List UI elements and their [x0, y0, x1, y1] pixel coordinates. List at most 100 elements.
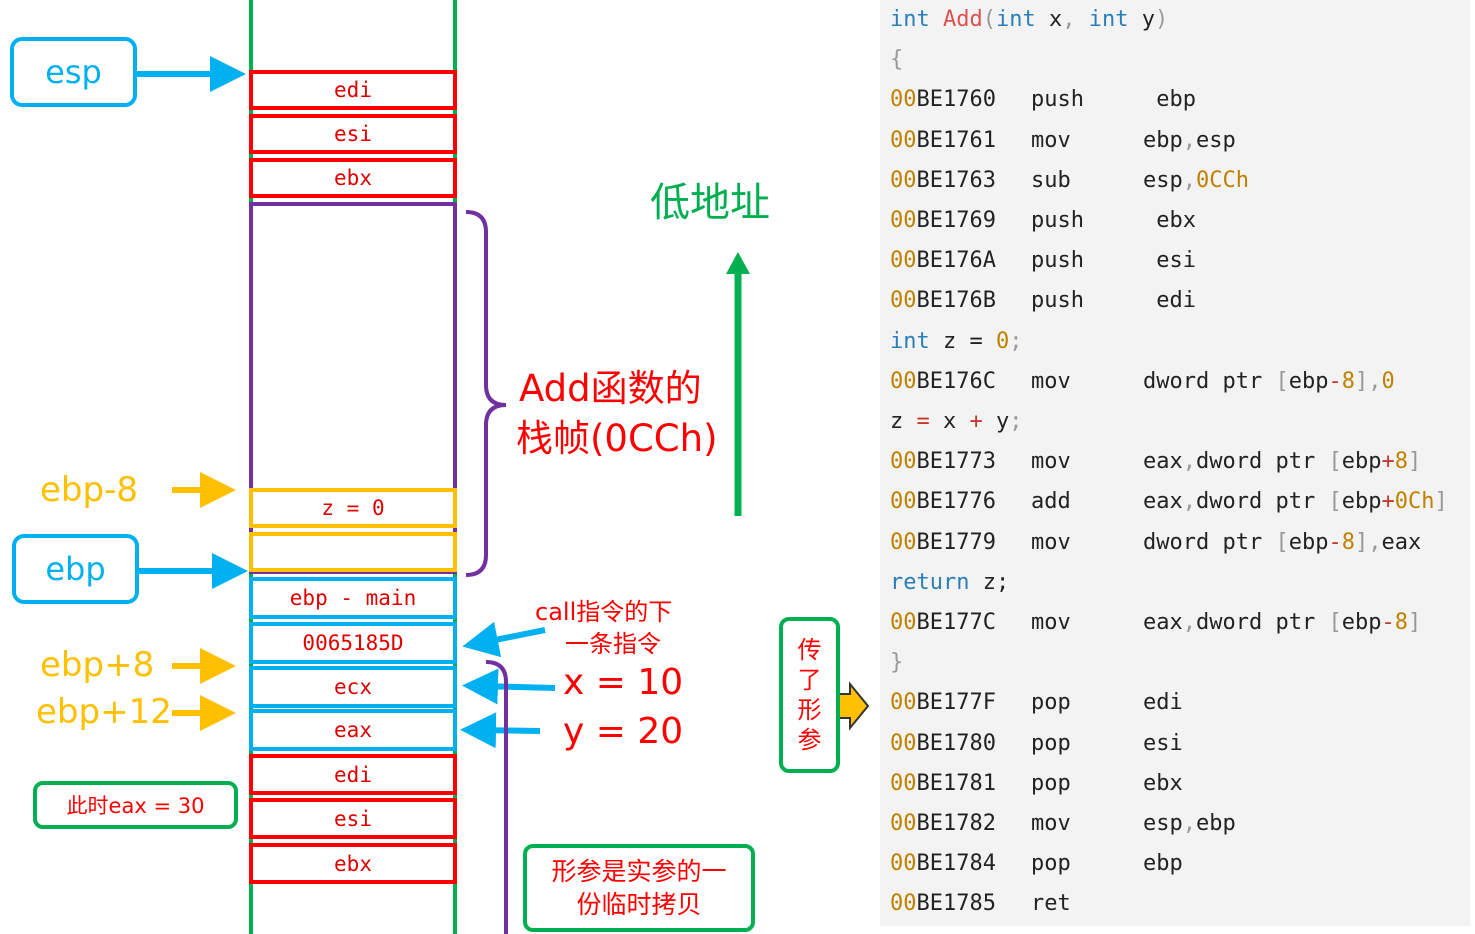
asm-mnemonic: mov [1031, 610, 1071, 635]
asm-mnemonic: mov [1031, 811, 1071, 836]
asm-address: 00BE176C [890, 362, 1031, 402]
asm-address-prefix: 00 [890, 208, 917, 233]
source-char [903, 409, 916, 434]
asm-address-prefix: 00 [890, 730, 917, 756]
x-arrow [462, 668, 556, 705]
asm-address-suffix: BE1773 [916, 449, 996, 475]
asm-operands: edi [1143, 690, 1183, 716]
source-char: x [943, 409, 957, 434]
asm-address-suffix: BE176A [916, 248, 996, 274]
asm-address: 00BE1780 [890, 724, 1031, 764]
esp-label: esp [45, 53, 102, 91]
asm-address-prefix: 00 [890, 489, 917, 515]
asm-line: 00BE1782 mov esp,ebp [890, 804, 1236, 844]
param-bracket [485, 660, 508, 934]
asm-mnemonic: ret [1031, 891, 1071, 917]
source-char: y [996, 409, 1010, 434]
asm-address-prefix: 00 [890, 167, 917, 193]
source-char [956, 409, 969, 434]
copy-note-line2: 份临时拷贝 [576, 890, 702, 919]
source-char: z [890, 409, 904, 434]
asm-address-suffix: BE1782 [916, 811, 996, 836]
source-line-close-brace: } [890, 643, 903, 683]
asm-address-prefix: 00 [890, 288, 917, 314]
frame-brace [465, 210, 507, 577]
copy-note-line1: 形参是实参的一 [551, 857, 727, 886]
asm-operands: ebx [1143, 208, 1196, 233]
asm-address-suffix: BE1776 [916, 489, 996, 515]
asm-operands: ebp [1143, 87, 1196, 113]
frame-label-line2: 栈帧(0CCh) [516, 417, 718, 460]
asm-line: 00BE1773 mov eax,dword ptr [ebp+8] [890, 442, 1421, 482]
asm-line: 00BE1776 add eax,dword ptr [ebp+0Ch] [890, 482, 1448, 522]
number: 0 [995, 328, 1010, 354]
stack-cell-ebx-top: ebx [249, 158, 457, 198]
ebp-minus-8-label: ebp-8 [40, 470, 138, 510]
frame-label-line1: Add函数的 [519, 367, 702, 410]
asm-line: 00BE176B push edi [890, 281, 1196, 321]
y-value-label: y = 20 [563, 711, 684, 752]
asm-mnemonic: add [1031, 489, 1071, 515]
esp-label-box: esp [10, 37, 137, 107]
stack-cell-ebp-main: ebp - main [249, 577, 457, 619]
asm-address: 00BE1785 [890, 884, 1031, 924]
punct: ) [1155, 7, 1169, 32]
param-passed-box: 传 了 形 参 [779, 617, 840, 773]
punct: , [1062, 7, 1089, 32]
asm-line: 00BE177C mov eax,dword ptr [ebp-8] [890, 603, 1421, 643]
source-line-z-sum: z = x + y; [890, 402, 1023, 442]
asm-operands: dword ptr [ebp-8],0 [1143, 368, 1395, 394]
copy-note-box: 形参是实参的一 份临时拷贝 [523, 844, 755, 932]
asm-address: 00BE1784 [890, 844, 1031, 884]
asm-address-prefix: 00 [890, 770, 917, 796]
asm-line: 00BE1785 ret [890, 884, 1143, 924]
stack-cell-return-address: 0065185D [249, 622, 457, 664]
asm-address-prefix: 00 [890, 529, 917, 555]
asm-address: 00BE1769 [890, 201, 1031, 241]
param-passed-char-4: 参 [797, 726, 822, 754]
asm-address: 00BE177F [890, 683, 1031, 723]
asm-operands: ebp,esp [1143, 127, 1236, 153]
asm-mnemonic: pop [1031, 730, 1071, 756]
asm-mnemonic: mov [1031, 127, 1071, 153]
asm-address: 00BE1776 [890, 482, 1031, 522]
call-note-line1: call指令的下 [535, 598, 673, 626]
disassembly-panel: int Add(int x, int y){00BE1760 push ebp 00… [880, 0, 1470, 926]
asm-address-suffix: BE177F [916, 690, 996, 716]
asm-address: 00BE1782 [890, 804, 1031, 844]
asm-line: 00BE1780 pop esi [890, 724, 1183, 764]
param-passed-char-1: 传 [797, 636, 822, 664]
asm-address: 00BE176A [890, 241, 1031, 281]
source-text: z; [969, 569, 1010, 595]
source-char: = [916, 409, 930, 434]
asm-address-suffix: BE176C [916, 368, 996, 394]
asm-mnemonic: push [1031, 208, 1084, 233]
asm-line: 00BE176C mov dword ptr [ebp-8],0 [890, 362, 1395, 402]
ebp-label: ebp [45, 550, 106, 588]
low-address-arrow-head [726, 252, 750, 274]
source-line-signature: int Add(int x, int y) [890, 0, 1168, 40]
call-note-line2: 一条指令 [565, 630, 661, 658]
stack-diagram: esp ebp edi esi ebx z = 0 ebp - main 006… [0, 0, 880, 934]
stack-cell-ecx: ecx [249, 666, 457, 708]
asm-line: 00BE1769 push ebx [890, 201, 1196, 241]
asm-address: 00BE1761 [890, 121, 1031, 161]
asm-address-suffix: BE1763 [916, 167, 996, 193]
asm-mnemonic: push [1031, 248, 1084, 274]
asm-line: 00BE1784 pop ebp [890, 844, 1183, 884]
asm-address-prefix: 00 [890, 851, 917, 877]
x-value-label: x = 10 [563, 662, 684, 703]
stack-cell-ebx-bottom: ebx [249, 843, 457, 884]
asm-address-suffix: BE1769 [916, 208, 996, 233]
asm-address-suffix: BE1779 [916, 529, 996, 555]
punct: ( [982, 7, 996, 32]
asm-mnemonic: mov [1031, 529, 1071, 555]
asm-line: 00BE176A push esi [890, 241, 1196, 281]
asm-operands: dword ptr [ebp-8],eax [1143, 529, 1422, 555]
asm-address-suffix: BE1781 [916, 770, 996, 796]
asm-address-prefix: 00 [890, 248, 917, 274]
asm-address-prefix: 00 [890, 891, 917, 917]
source-line-open-brace: { [890, 40, 903, 80]
brace: { [890, 47, 904, 73]
